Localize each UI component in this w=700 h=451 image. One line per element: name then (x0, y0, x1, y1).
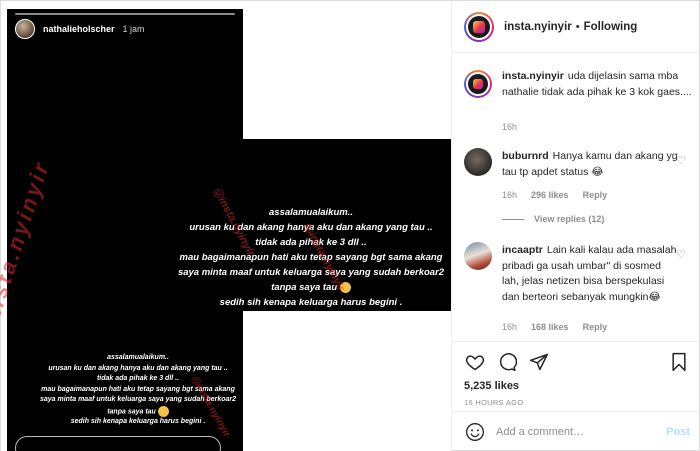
story-progress-bar (15, 13, 235, 15)
header-avatar[interactable] (464, 11, 494, 42)
comment-time[interactable]: 16h (502, 322, 517, 332)
post-timestamp[interactable]: 16 HOURS AGO (464, 398, 690, 407)
view-replies-label: View replies (12) (534, 214, 605, 224)
comment-body: buburnrd Hanya kamu dan akang yg tau tp a… (502, 149, 680, 180)
avatar[interactable] (464, 242, 492, 270)
bookmark-icon[interactable] (668, 351, 690, 373)
instagram-post-view: nathalieholscher 1 jam assalamualaikum..… (0, 0, 700, 451)
likes-count[interactable]: 5,235 likes (464, 380, 690, 392)
header-username[interactable]: insta.nyinyir (504, 21, 572, 33)
comment-meta: 16h 168 likes Reply (502, 322, 607, 332)
heart-icon[interactable] (464, 351, 486, 373)
action-icons (464, 350, 690, 374)
story-header: nathalieholscher 1 jam (15, 19, 145, 39)
story-big-line: mau bagaimanapun hati aku tetap sayang b… (179, 252, 443, 263)
comment-likes[interactable]: 168 likes (531, 322, 569, 332)
caption-username[interactable]: insta.nyinyir (502, 70, 564, 82)
comment-input[interactable] (496, 426, 667, 438)
like-heart-icon[interactable]: ♡ (676, 248, 686, 261)
caption-body: insta.nyinyir uda dijelasin sama mba nath… (502, 69, 692, 100)
add-comment-bar: Post (452, 411, 700, 451)
post-actions: 5,235 likes 16 HOURS AGO (452, 341, 700, 407)
story-small-line: mau bagaimanapun hati aku tetap sayang b… (41, 385, 235, 393)
comment-meta: 16h 296 likes Reply (502, 190, 607, 200)
view-replies-button[interactable]: View replies (12) (502, 214, 604, 224)
divider (502, 218, 524, 220)
story-avatar (15, 19, 35, 39)
story-big-line: assalamualaikum.. (269, 207, 353, 218)
like-heart-icon[interactable]: ♡ (676, 154, 686, 167)
comment-icon[interactable] (496, 351, 518, 373)
post-header: insta.nyinyir • Following (452, 1, 700, 53)
story-big-line: saya minta maaf untuk keluarga saya yang… (171, 265, 451, 295)
separator-dot: • (575, 20, 580, 33)
post-button[interactable]: Post (666, 426, 690, 438)
story-small-line: urusan ku dan akang hanya aku dan akang … (48, 364, 228, 372)
comment-time[interactable]: 16h (502, 190, 517, 200)
story-big-line: sedih sih kenapa keluarga harus begini . (219, 297, 403, 308)
post-side-panel: insta.nyinyir • Following insta.nyinyir u… (451, 1, 700, 451)
following-button[interactable]: Following (584, 21, 638, 33)
post-media[interactable]: nathalieholscher 1 jam assalamualaikum..… (0, 1, 451, 451)
sad-emoji-icon (157, 405, 169, 417)
story-small-line: assalamualaikum.. (107, 354, 169, 361)
instagram-logo-icon (468, 15, 490, 38)
comment-username[interactable]: buburnrd (502, 150, 549, 162)
caption-meta: 16h (502, 122, 517, 132)
reply-button[interactable]: Reply (583, 322, 608, 332)
story-small-line: tidak ada pihak ke 3 dll .. (96, 375, 180, 382)
comment-username[interactable]: incaaptr (502, 244, 543, 256)
avatar[interactable] (464, 70, 492, 98)
story-username: nathalieholscher (43, 24, 115, 34)
comment-likes[interactable]: 296 likes (531, 190, 569, 200)
caption-time[interactable]: 16h (502, 122, 517, 132)
emoji-icon[interactable] (464, 421, 486, 443)
comments-section: insta.nyinyir uda dijelasin sama mba nath… (452, 54, 700, 338)
avatar[interactable] (464, 148, 492, 176)
instagram-logo-icon (468, 74, 488, 94)
story-reply-field (15, 436, 221, 451)
story-big-line-text: saya minta maaf untuk keluarga saya yang… (177, 267, 445, 293)
share-icon[interactable] (528, 351, 550, 373)
comment-body: incaaptr Lain kali kalau ada masalah prib… (502, 243, 680, 305)
reply-button[interactable]: Reply (583, 190, 608, 200)
story-time: 1 jam (122, 24, 145, 34)
